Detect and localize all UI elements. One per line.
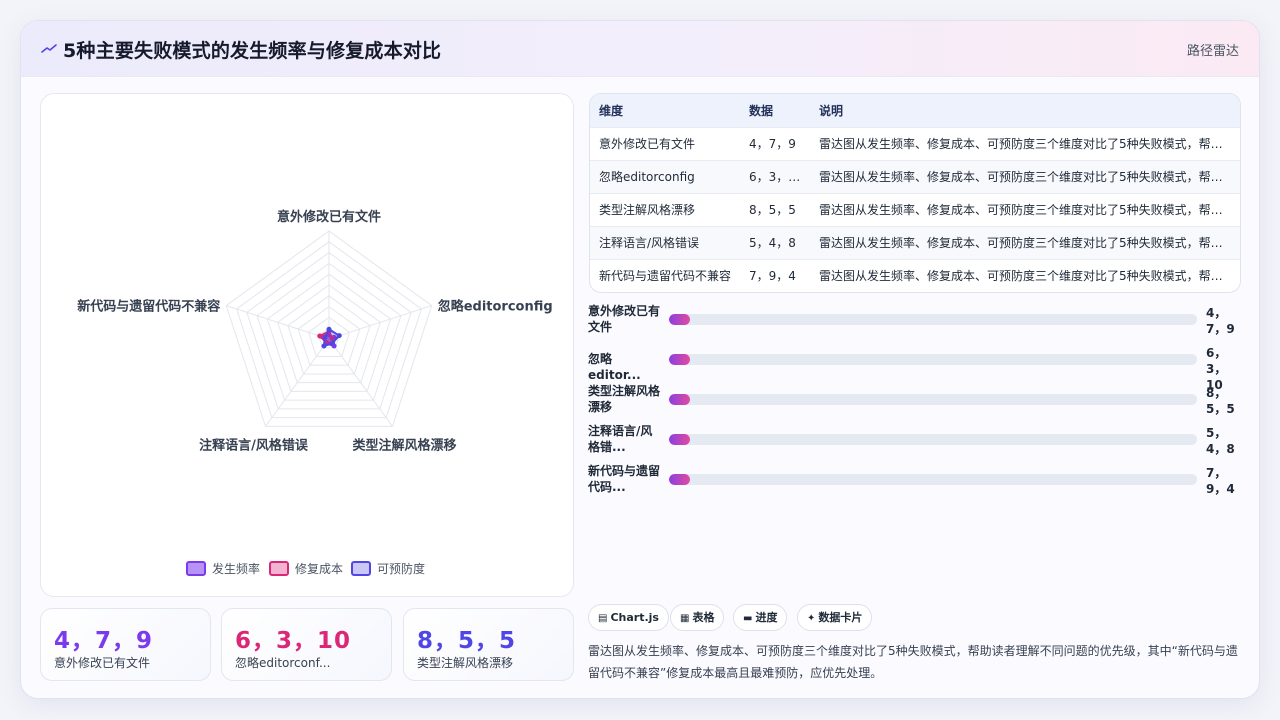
table-header-row: 维度 数据 说明 (590, 94, 1240, 127)
legend-label[interactable]: 发生频率 (212, 561, 260, 576)
chart-icon: ▤ (598, 613, 608, 624)
kpi-value: 8，5，5 (417, 628, 517, 654)
legend-swatch[interactable] (186, 561, 206, 576)
chip-label: 数据卡片 (818, 611, 863, 624)
table-row[interactable]: 忽略editorconfig 6，3，10 雷达图从发生频率、修复成本、可预防度… (590, 160, 1240, 193)
cell-data: 5，4，8 (749, 236, 796, 250)
chip-progress[interactable]: ▬ 进度 (733, 604, 788, 631)
cell-dimension: 忽略editorconfig (599, 170, 695, 184)
cell-dimension: 新代码与遗留代码不兼容 (599, 269, 732, 284)
data-table: 维度 数据 说明 意外修改已有文件 4，7，9 雷达图从发生频率、修复成本、可预… (589, 93, 1241, 293)
progress-fill (669, 434, 691, 445)
column-header[interactable]: 说明 (810, 94, 1240, 127)
cell-note: 雷达图从发生频率、修复成本、可预防度三个维度对比了5种失败模式，帮助读者理解不同… (819, 170, 1240, 184)
kpi-card-2: 6，3，10 忽略editorconf... (221, 608, 392, 681)
progress-row: 意外修改已有文件 4，7，9 (588, 303, 1242, 339)
cell-data: 4，7，9 (749, 137, 796, 151)
table-row[interactable]: 注释语言/风格错误 5，4，8 雷达图从发生频率、修复成本、可预防度三个维度对比… (590, 226, 1240, 259)
cell-note: 雷达图从发生频率、修复成本、可预防度三个维度对比了5种失败模式，帮助读者理解不同… (819, 137, 1240, 151)
progress-value: 5，4，8 (1206, 426, 1235, 456)
radar-chart: 意外修改已有文件忽略editorconfig 类型注解风格漂移 注释语言/风格错误 新… (77, 209, 553, 576)
chip-data-card[interactable]: ✦ 数据卡片 (797, 604, 873, 631)
radar-axis-label: 忽略editorconfig (438, 299, 553, 315)
progress-list: 意外修改已有文件 4，7，9 忽略editor... 6，3，10 类型注解风格… (588, 303, 1242, 503)
cell-note: 雷达图从发生频率、修复成本、可预防度三个维度对比了5种失败模式，帮助读者理解不同… (819, 203, 1240, 217)
kpi-label: 类型注解风格漂移 (417, 656, 514, 670)
kpi-label: 忽略editorconf... (235, 656, 331, 670)
kpi-card-3: 8，5，5 类型注解风格漂移 (403, 608, 574, 681)
progress-row: 注释语言/风格错... 5，4，8 (588, 423, 1242, 459)
radar-axis-label: 意外修改已有文件 (277, 209, 381, 225)
progress-track (669, 314, 1197, 325)
radar-axis-line (226, 305, 330, 340)
legend-swatch[interactable] (351, 561, 371, 576)
table-row[interactable]: 新代码与遗留代码不兼容 7，9，4 雷达图从发生频率、修复成本、可预防度三个维度… (590, 259, 1240, 292)
progress-track (669, 474, 1197, 485)
progress-track (669, 354, 1197, 365)
radar-axis-label: 新代码与遗留代码不兼容 (77, 299, 220, 315)
progress-track (669, 434, 1197, 445)
progress-fill (669, 314, 691, 325)
chip-label: 表格 (692, 611, 715, 624)
table-row[interactable]: 意外修改已有文件 4，7，9 雷达图从发生频率、修复成本、可预防度三个维度对比了… (590, 127, 1240, 160)
trend-icon (41, 44, 57, 53)
progress-track (669, 394, 1197, 405)
cell-dimension: 注释语言/风格错误 (599, 236, 700, 250)
chip-label: 进度 (755, 611, 778, 624)
legend-label[interactable]: 修复成本 (295, 561, 343, 576)
cell-data: 6，3，10 (749, 170, 804, 184)
radar-axis-line (328, 305, 432, 340)
chip-table[interactable]: ▦ 表格 (670, 604, 725, 631)
progress-label: 忽略editor... (588, 352, 641, 382)
radar-data-point[interactable] (322, 335, 328, 341)
progress-row: 类型注解风格漂移 8，5，5 (588, 383, 1242, 419)
progress-value: 7，9，4 (1206, 466, 1235, 496)
chip-label: Chart.js (610, 611, 659, 624)
column-header[interactable]: 数据 (740, 94, 810, 127)
kpi-value: 6，3，10 (235, 628, 352, 654)
page-title: 5种主要失败模式的发生频率与修复成本对比 (63, 40, 442, 62)
chart-type-tag[interactable]: 路径雷达 (1187, 40, 1239, 59)
cell-data: 8，5，5 (749, 203, 796, 217)
chart-description: 雷达图从发生频率、修复成本、可预防度三个维度对比了5种失败模式，帮助读者理解不同… (588, 644, 1238, 680)
radar-chart-panel: 意外修改已有文件忽略editorconfig 类型注解风格漂移 注释语言/风格错误 新… (40, 93, 574, 597)
radar-axis-label: 类型注解风格漂移 (352, 437, 456, 453)
cell-note: 雷达图从发生频率、修复成本、可预防度三个维度对比了5种失败模式，帮助读者理解不同… (819, 236, 1240, 250)
progress-fill (669, 474, 691, 485)
legend-label[interactable]: 可预防度 (377, 561, 425, 576)
kpi-value: 4，7，9 (54, 628, 154, 654)
progress-label: 新代码与遗留代码... (588, 464, 661, 494)
legend-swatch[interactable] (269, 561, 289, 576)
radar-data-point[interactable] (317, 333, 323, 339)
header: 5种主要失败模式的发生频率与修复成本对比 路径雷达 (21, 21, 1259, 77)
cell-dimension: 意外修改已有文件 (599, 137, 696, 151)
kpi-label: 意外修改已有文件 (54, 656, 151, 670)
radar-data-point[interactable] (329, 340, 335, 346)
card-icon: ✦ (807, 613, 816, 624)
progress-value: 8，5，5 (1206, 386, 1235, 416)
radar-data-point[interactable] (326, 326, 332, 332)
radar-data-point[interactable] (321, 343, 327, 349)
progress-label: 意外修改已有文件 (588, 304, 661, 334)
table-row[interactable]: 类型注解风格漂移 8，5，5 雷达图从发生频率、修复成本、可预防度三个维度对比了… (590, 193, 1240, 226)
table-icon: ▦ (680, 613, 690, 624)
progress-label: 类型注解风格漂移 (588, 384, 661, 414)
radar-data-point[interactable] (336, 333, 342, 339)
progress-value: 4，7，9 (1206, 306, 1235, 336)
radar-axis-label: 注释语言/风格错误 (199, 437, 309, 453)
progress-fill (669, 354, 691, 365)
column-header[interactable]: 维度 (590, 94, 740, 127)
progress-icon: ▬ (743, 613, 753, 624)
progress-fill (669, 394, 691, 405)
progress-row: 新代码与遗留代码... 7，9，4 (588, 463, 1242, 499)
progress-label: 注释语言/风格错... (588, 424, 653, 454)
cell-data: 7，9，4 (749, 269, 796, 284)
progress-row: 忽略editor... 6，3，10 (588, 343, 1242, 392)
chip-chartjs[interactable]: ▤ Chart.js (588, 604, 669, 631)
cell-dimension: 类型注解风格漂移 (599, 203, 696, 217)
dashboard-card: 5种主要失败模式的发生频率与修复成本对比 路径雷达 意外修改已有文件 忽略edit… (20, 20, 1260, 699)
kpi-card-1: 4，7，9 意外修改已有文件 (40, 608, 211, 681)
cell-note: 雷达图从发生频率、修复成本、可预防度三个维度对比了5种失败模式，帮助读者理解不同… (819, 269, 1240, 284)
